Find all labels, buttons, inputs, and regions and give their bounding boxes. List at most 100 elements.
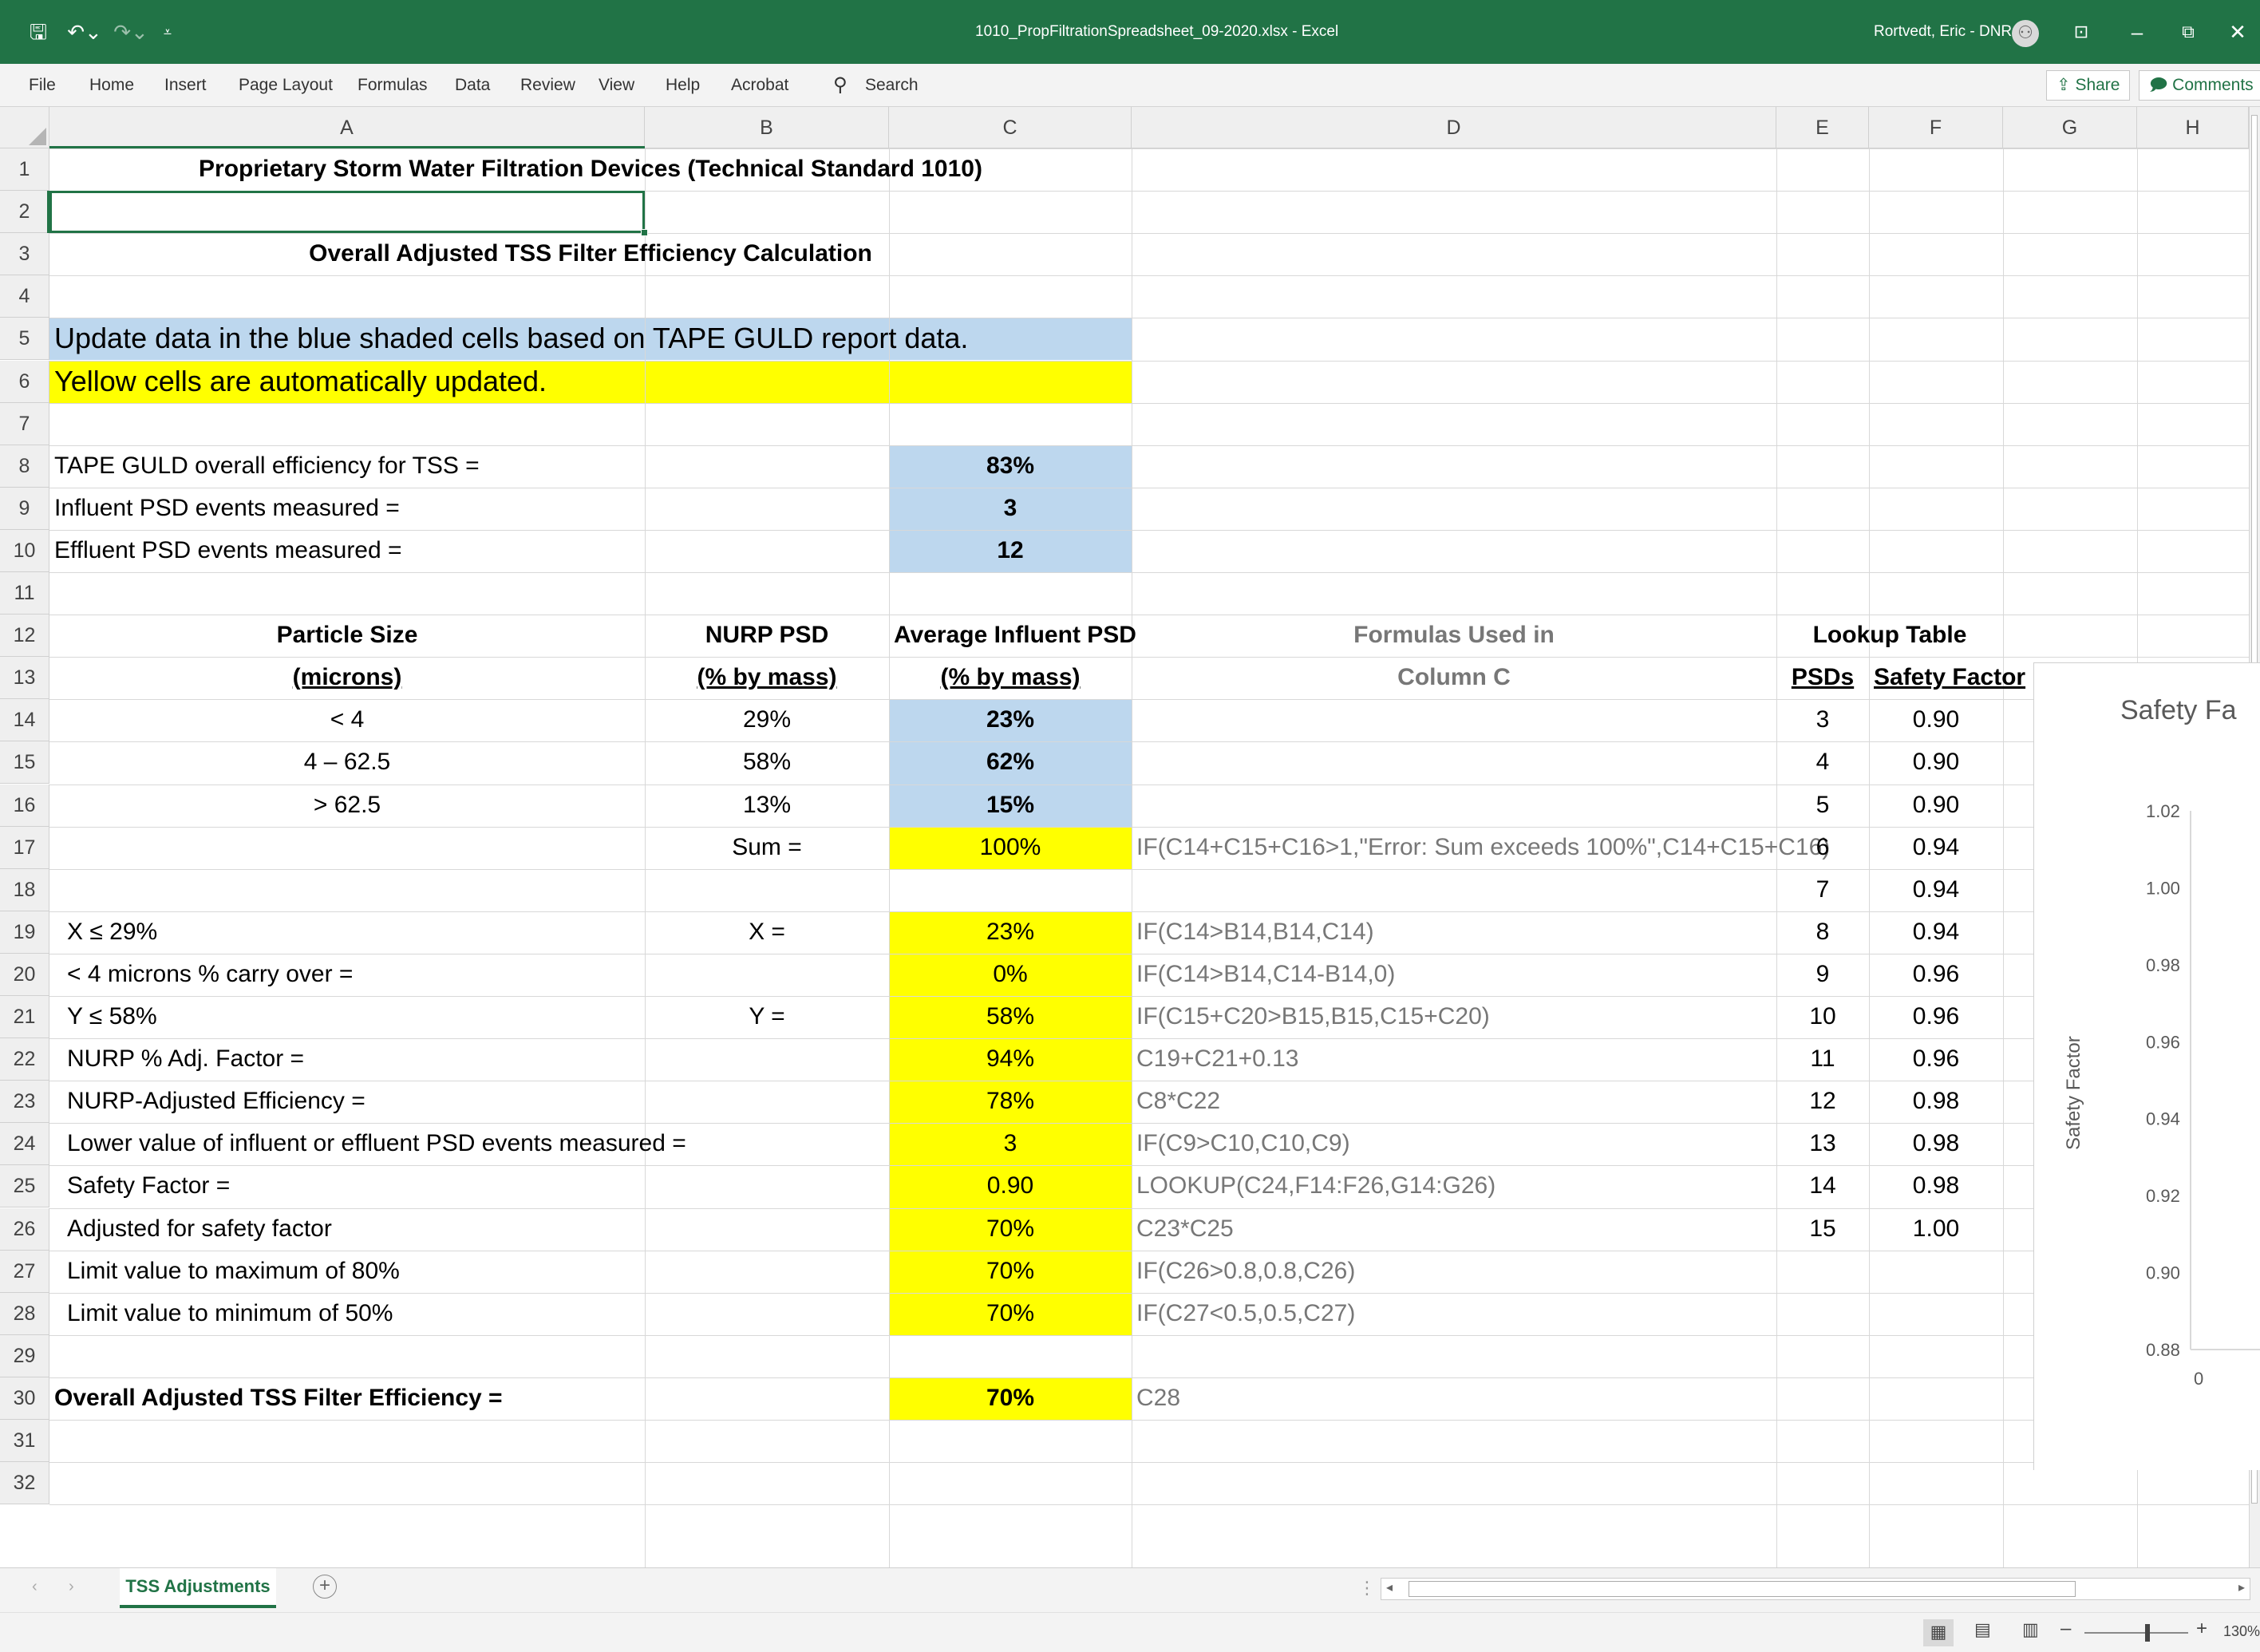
input-label[interactable]: TAPE GULD overall efficiency for TSS = [49, 445, 889, 488]
tab-formulas[interactable]: Formulas [358, 64, 428, 107]
next-sheet-icon[interactable]: › [69, 1578, 74, 1596]
calc-formula[interactable]: IF(C14>B14,B14,C14) [1132, 911, 1776, 954]
safety-factor-chart[interactable]: Safety Fa Safety Factor 1.02 1.00 0.98 0.96… [2033, 662, 2260, 1470]
comments-button[interactable]: 🗩 Comments [2139, 70, 2260, 101]
user-name[interactable]: Rortvedt, Eric - DNR [1874, 0, 2012, 64]
column-header-f[interactable]: F [1869, 107, 2003, 148]
tab-file[interactable]: File [29, 64, 56, 107]
prev-sheet-icon[interactable]: ‹ [32, 1578, 38, 1596]
lookup-psds[interactable]: 7 [1776, 869, 1869, 911]
row-header-31[interactable]: 31 [0, 1420, 49, 1463]
calc-formula[interactable]: IF(C9>C10,C10,C9) [1132, 1123, 1776, 1165]
psd-size[interactable]: > 62.5 [49, 785, 645, 827]
input-value[interactable]: 83% [889, 445, 1132, 488]
lookup-psds[interactable]: 9 [1776, 954, 1869, 996]
active-cell-a2[interactable] [49, 191, 645, 234]
row-header-14[interactable]: 14 [0, 699, 49, 742]
row-header-27[interactable]: 27 [0, 1250, 49, 1293]
row-header-17[interactable]: 17 [0, 826, 49, 869]
row-header-7[interactable]: 7 [0, 402, 49, 445]
calc-formula[interactable]: IF(C14>B14,C14-B14,0) [1132, 954, 1776, 996]
row-header-10[interactable]: 10 [0, 529, 49, 572]
lookup-psds[interactable]: 10 [1776, 996, 1869, 1038]
row-header-18[interactable]: 18 [0, 868, 49, 911]
undo-icon[interactable]: ↶⌄ [65, 0, 104, 64]
formulas-header-2[interactable]: Column C [1132, 657, 1776, 699]
calc-value[interactable]: 3 [889, 1123, 1132, 1165]
lookup-sf[interactable]: 0.94 [1869, 827, 2003, 869]
avatar-icon[interactable]: ⚇ [2009, 0, 2041, 64]
sheet-subtitle[interactable]: Overall Adjusted TSS Filter Efficiency C… [49, 233, 1132, 275]
tab-splitter-icon[interactable]: ⋮ [1358, 1578, 1376, 1599]
lookup-sf[interactable]: 0.94 [1869, 911, 2003, 954]
tab-page-layout[interactable]: Page Layout [239, 64, 333, 107]
row-header-28[interactable]: 28 [0, 1292, 49, 1335]
row-header-2[interactable]: 2 [0, 191, 49, 234]
calc-formula[interactable]: C28 [1132, 1377, 1776, 1420]
sum-label[interactable]: Sum = [645, 827, 889, 869]
calc-label[interactable]: Limit value to maximum of 80% [49, 1251, 889, 1293]
lookup-psds[interactable]: 14 [1776, 1165, 1869, 1207]
row-header-23[interactable]: 23 [0, 1081, 49, 1124]
column-header-g[interactable]: G [2003, 107, 2137, 148]
row-header-16[interactable]: 16 [0, 784, 49, 827]
calc-formula[interactable]: C23*C25 [1132, 1208, 1776, 1251]
sheet-title[interactable]: Proprietary Storm Water Filtration Devic… [49, 148, 1132, 191]
zoom-out-icon[interactable]: – [2060, 1618, 2071, 1640]
calc-value[interactable]: 70% [889, 1293, 1132, 1335]
column-header-d[interactable]: D [1132, 107, 1776, 148]
worksheet-grid[interactable]: A B C D E F G H 1 2 3 4 5 6 7 8 9 10 11 12 13 14 15 16 17 18 19 20 2… [0, 107, 2249, 1567]
input-label[interactable]: Influent PSD events measured = [49, 488, 889, 530]
lookup-sf[interactable]: 0.90 [1869, 741, 2003, 784]
row-header-11[interactable]: 11 [0, 572, 49, 615]
lookup-table-header[interactable]: Lookup Table [1776, 615, 2003, 657]
calc-value[interactable]: 23% [889, 911, 1132, 954]
lookup-sf[interactable]: 0.90 [1869, 699, 2003, 741]
lookup-psds[interactable]: 11 [1776, 1038, 1869, 1081]
input-value[interactable]: 12 [889, 530, 1132, 572]
calc-var[interactable]: Y = [645, 996, 889, 1038]
row-header-15[interactable]: 15 [0, 741, 49, 785]
nurp-psd-header[interactable]: NURP PSD [645, 615, 889, 657]
row-header-4[interactable]: 4 [0, 275, 49, 318]
scroll-right-icon[interactable]: ▸ [2238, 1579, 2245, 1595]
avg-value[interactable]: 62% [889, 741, 1132, 784]
horizontal-scrollbar[interactable]: ◂ ▸ [1381, 1578, 2250, 1600]
calc-value[interactable]: 70% [889, 1208, 1132, 1251]
search-icon[interactable]: ⚲ [833, 64, 847, 107]
column-header-e[interactable]: E [1776, 107, 1869, 148]
row-header-5[interactable]: 5 [0, 318, 49, 361]
lookup-sf[interactable]: 0.98 [1869, 1165, 2003, 1207]
lookup-psds[interactable]: 15 [1776, 1208, 1869, 1251]
nurp-psd-units[interactable]: (% by mass) [645, 657, 889, 699]
tab-review[interactable]: Review [520, 64, 575, 107]
row-header-29[interactable]: 29 [0, 1334, 49, 1377]
lookup-psds[interactable]: 5 [1776, 785, 1869, 827]
add-sheet-icon[interactable]: + [313, 1575, 337, 1599]
lookup-sf[interactable]: 1.00 [1869, 1208, 2003, 1251]
column-header-b[interactable]: B [645, 107, 889, 148]
psd-size[interactable]: 4 – 62.5 [49, 741, 645, 784]
zoom-slider-thumb[interactable] [2145, 1624, 2150, 1642]
sum-formula[interactable]: IF(C14+C15+C16>1,"Error: Sum exceeds 100… [1132, 827, 1830, 869]
sheet-tab-tss-adjustments[interactable]: TSS Adjustments [120, 1568, 276, 1608]
calc-value[interactable]: 0.90 [889, 1165, 1132, 1207]
psds-header[interactable]: PSDs [1776, 657, 1869, 699]
row-header-8[interactable]: 8 [0, 445, 49, 488]
formulas-header[interactable]: Formulas Used in [1132, 615, 1776, 657]
yellow-note[interactable]: Yellow cells are automatically updated. [49, 361, 1132, 403]
row-header-9[interactable]: 9 [0, 487, 49, 530]
h-scroll-thumb[interactable] [1409, 1581, 2076, 1597]
sum-value[interactable]: 100% [889, 827, 1132, 869]
row-header-21[interactable]: 21 [0, 996, 49, 1039]
tab-help[interactable]: Help [666, 64, 700, 107]
search-box[interactable]: Search [865, 64, 919, 107]
lookup-psds[interactable]: 4 [1776, 741, 1869, 784]
ribbon-display-icon[interactable]: ⊡ [2067, 0, 2096, 64]
close-icon[interactable]: ✕ [2223, 0, 2252, 64]
lookup-psds[interactable]: 13 [1776, 1123, 1869, 1165]
calc-formula[interactable]: IF(C27<0.5,0.5,C27) [1132, 1293, 1776, 1335]
zoom-level[interactable]: 130% [2223, 1623, 2260, 1640]
lookup-sf[interactable]: 0.98 [1869, 1081, 2003, 1123]
lookup-psds[interactable]: 8 [1776, 911, 1869, 954]
